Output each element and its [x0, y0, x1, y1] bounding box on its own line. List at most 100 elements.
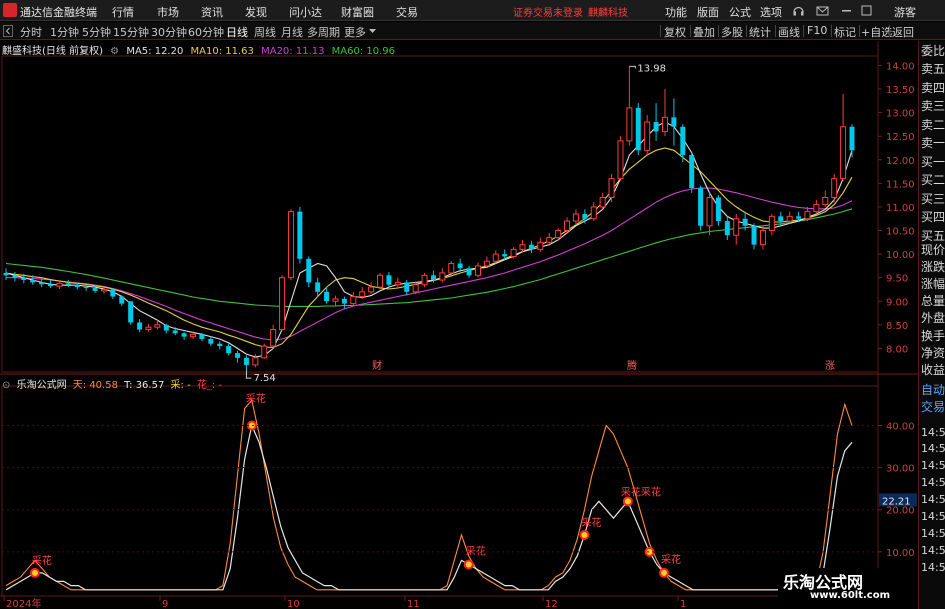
signal-label: 采花 [466, 545, 486, 558]
candle-body [208, 338, 214, 344]
high-marker [629, 65, 636, 69]
side-label: 涨幅 [921, 277, 945, 291]
candle-body [564, 220, 571, 232]
candle-body [56, 282, 63, 287]
candle-body [65, 283, 71, 285]
side-label: 卖四 [921, 81, 945, 95]
candle-body [813, 204, 820, 213]
candle-body [751, 225, 757, 245]
candle-body [635, 107, 641, 151]
candle-body [483, 260, 490, 267]
high-label: 13.98 [637, 63, 666, 74]
candle-body [270, 329, 277, 347]
signal-dot-inner [624, 498, 631, 505]
side-label[interactable]: 自动 [921, 384, 945, 397]
side-label: 买一 [921, 155, 945, 169]
candle-body [163, 324, 169, 331]
candle-body [822, 196, 829, 206]
candle-body [519, 244, 526, 250]
signal-dot-inner [661, 569, 667, 576]
side-label: 卖二 [921, 118, 945, 132]
candle-body [243, 357, 249, 365]
watermark-url: www.60lt.com [810, 590, 891, 601]
date-label: 2024年 [6, 597, 41, 609]
date-label: 11 [407, 599, 420, 609]
candle-body [608, 178, 615, 198]
candle-body [572, 213, 579, 222]
indicator-panel-frame [1, 385, 879, 597]
candle-body [30, 280, 36, 283]
candle-body [796, 216, 802, 219]
indicator-hua-value: 花_: - [196, 380, 223, 391]
candle-body [421, 274, 428, 286]
side-time-label: 14:56 [921, 510, 945, 523]
candle-body [21, 277, 27, 281]
ind-tick-label: 10.00 [886, 548, 915, 559]
candle-body [297, 211, 303, 259]
candle-body [412, 284, 419, 293]
candle-body [100, 288, 107, 292]
side-label: 总量 [921, 294, 945, 308]
side-label[interactable]: 交易 [921, 401, 945, 414]
indicator-collapse-icon[interactable]: ⊙ [2, 380, 10, 391]
candle-body [466, 268, 472, 276]
low-label: 7.54 [253, 373, 275, 384]
candle-body [199, 334, 205, 339]
candle-body [261, 345, 268, 359]
signal-label: 采花 [32, 554, 52, 567]
candle-body [582, 214, 588, 219]
candle-body [653, 122, 659, 132]
side-label: 涨跌 [921, 260, 945, 274]
t-line [5, 423, 853, 591]
candle-body [689, 155, 695, 189]
candle-body [48, 284, 54, 287]
side-time-label: 14:56 [921, 544, 945, 557]
ind-current-value: 22.21 [882, 496, 911, 507]
signal-label-top: 采花 [246, 392, 266, 405]
signal-label-multi: 采花采花 [621, 485, 661, 498]
signal-dot-inner [465, 561, 472, 568]
side-time-label: 14:56 [921, 561, 945, 574]
side-label: 外盘 [921, 311, 945, 325]
indicator-name[interactable]: 乐淘公式网 [17, 380, 67, 391]
candle-body [74, 284, 80, 288]
candle-body [759, 230, 766, 246]
candle-body [617, 140, 624, 180]
candle-body [778, 216, 784, 222]
candle-body [235, 353, 241, 358]
price-tick-label: 14.00 [886, 61, 915, 72]
candle-body [528, 244, 534, 250]
side-label: 现价 [921, 243, 945, 257]
candle-body [324, 291, 330, 302]
kline-chart[interactable]: 14.00 13.50 13.00 12.50 12.00 11.50 11.00 10.50… [0, 0, 918, 609]
price-tick-label: 12.00 [886, 156, 915, 167]
candle-body [671, 117, 677, 127]
candle-body [492, 253, 499, 262]
candle-body [680, 126, 686, 156]
side-label: 收益 [921, 363, 945, 377]
side-label: 买五 [921, 229, 945, 243]
candle-body [804, 211, 811, 220]
candle-body [840, 126, 847, 180]
side-label: 卖五 [921, 62, 945, 76]
indicator-t-value: T: 36.57 [124, 380, 165, 391]
candle-body [12, 275, 18, 278]
candle-body [555, 230, 562, 239]
price-tick-label: 12.50 [886, 132, 915, 143]
date-label: 1 [680, 599, 686, 609]
candle-body [590, 206, 597, 220]
candle-body [92, 288, 98, 291]
side-time-label: 14:56 [921, 493, 945, 506]
candle-body [226, 346, 232, 354]
side-time-label: 14:56 [921, 476, 945, 489]
candle-body [217, 343, 223, 347]
side-label: 买四 [921, 210, 945, 224]
candle-body [404, 282, 410, 292]
candle-body [341, 298, 347, 304]
date-label: 10 [287, 599, 300, 609]
candle-body [448, 263, 455, 274]
candle-body [715, 197, 721, 222]
ind-tick-label: 40.00 [886, 421, 915, 432]
candle-body [350, 296, 357, 305]
candle-body [332, 298, 339, 302]
